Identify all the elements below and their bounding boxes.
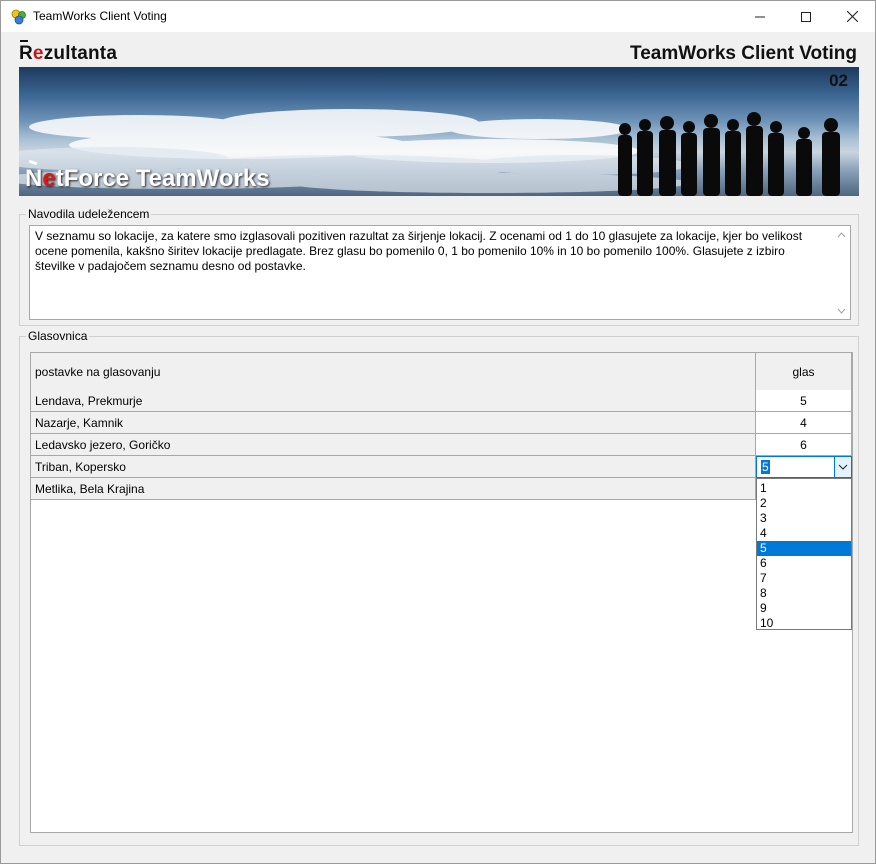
dropdown-option[interactable]: 6 bbox=[757, 556, 851, 571]
brand-rest: zultanta bbox=[43, 43, 118, 64]
ballot-group: Glasovnica postavke na glasovanju glas L… bbox=[19, 329, 859, 846]
dropdown-button[interactable] bbox=[834, 457, 851, 477]
vote-cell[interactable]: 5 bbox=[756, 390, 852, 412]
dropdown-option[interactable]: 3 bbox=[757, 511, 851, 526]
minimize-icon bbox=[755, 16, 765, 17]
vote-combobox-value: 5 bbox=[761, 460, 770, 474]
table-row: Metlika, Bela Krajina bbox=[31, 478, 852, 500]
item-cell[interactable]: Triban, Kopersko bbox=[31, 456, 756, 478]
dropdown-option[interactable]: 9 bbox=[757, 601, 851, 616]
table-row: Nazarje, Kamnik 4 bbox=[31, 412, 852, 434]
item-cell[interactable]: Metlika, Bela Krajina bbox=[31, 478, 756, 500]
logo-letter-n: N bbox=[25, 165, 43, 192]
title-bar[interactable]: TeamWorks Client Voting bbox=[1, 1, 875, 32]
column-header-vote[interactable]: glas bbox=[756, 353, 852, 390]
item-cell[interactable]: Lendava, Prekmurje bbox=[31, 390, 756, 412]
table-row: Ledavsko jezero, Goričko 6 bbox=[31, 434, 852, 456]
banner-number: 02 bbox=[829, 71, 848, 90]
instructions-text: V seznamu so lokacije, za katere smo izg… bbox=[35, 229, 803, 273]
scroll-up-icon[interactable] bbox=[833, 226, 850, 243]
app-title: TeamWorks Client Voting bbox=[630, 43, 857, 64]
vote-cell[interactable]: 4 bbox=[756, 412, 852, 434]
instructions-scrollbar[interactable] bbox=[833, 226, 850, 319]
minimize-button[interactable] bbox=[737, 1, 783, 32]
dropdown-option[interactable]: 1 bbox=[757, 481, 851, 496]
column-header-item[interactable]: postavke na glasovanju bbox=[31, 353, 756, 390]
brand-logo: Rezultanta bbox=[19, 40, 118, 65]
scroll-down-icon[interactable] bbox=[833, 302, 850, 319]
instructions-label: Navodila udeležencem bbox=[26, 207, 152, 221]
instructions-group: Navodila udeležencem V seznamu so lokaci… bbox=[19, 207, 859, 326]
item-cell[interactable]: Nazarje, Kamnik bbox=[31, 412, 756, 434]
close-button[interactable] bbox=[829, 1, 875, 32]
dropdown-option[interactable]: 10 bbox=[757, 616, 851, 631]
dropdown-option-selected[interactable]: 5 bbox=[757, 541, 851, 556]
dropdown-option[interactable]: 2 bbox=[757, 496, 851, 511]
logo-letter-e: e bbox=[42, 165, 56, 192]
grid-header: postavke na glasovanju glas bbox=[31, 353, 852, 390]
table-row: Triban, Kopersko 5 1 2 3 4 5 6 7 8 9 10 bbox=[31, 456, 852, 630]
chevron-down-icon bbox=[838, 464, 848, 470]
vote-dropdown-list[interactable]: 1 2 3 4 5 6 7 8 9 10 bbox=[756, 478, 852, 630]
item-cell[interactable]: Ledavsko jezero, Goričko bbox=[31, 434, 756, 456]
close-icon bbox=[846, 11, 858, 22]
app-window: TeamWorks Client Voting Rezultanta TeamW… bbox=[0, 0, 876, 864]
dropdown-option[interactable]: 4 bbox=[757, 526, 851, 541]
ballot-label: Glasovnica bbox=[26, 329, 90, 343]
brand-letter-r: R bbox=[19, 40, 33, 64]
maximize-button[interactable] bbox=[783, 1, 829, 32]
vote-combobox[interactable]: 5 bbox=[756, 456, 852, 478]
maximize-icon bbox=[801, 11, 811, 22]
dropdown-option[interactable]: 7 bbox=[757, 571, 851, 586]
vote-cell[interactable]: 6 bbox=[756, 434, 852, 456]
window-title: TeamWorks Client Voting bbox=[33, 9, 167, 23]
netforce-logo: NetForce TeamWorks bbox=[25, 165, 270, 193]
ballot-grid: postavke na glasovanju glas Lendava, Pre… bbox=[30, 352, 853, 833]
dropdown-option[interactable]: 8 bbox=[757, 586, 851, 601]
table-row: Lendava, Prekmurje 5 bbox=[31, 390, 852, 412]
instructions-textbox[interactable]: V seznamu so lokacije, za katere smo izg… bbox=[29, 225, 851, 320]
logo-rest: tForce TeamWorks bbox=[55, 165, 270, 192]
brand-letter-e: e bbox=[32, 43, 44, 64]
banner-image: 02 NetForce TeamWorks bbox=[19, 67, 859, 196]
teamworks-app-icon bbox=[10, 8, 28, 26]
